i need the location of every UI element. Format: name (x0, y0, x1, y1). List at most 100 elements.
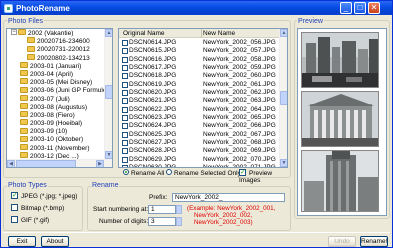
tree-item-label: 2003-08 (Augustus) (30, 103, 88, 111)
new-name-cell: NewYork_2002_059.JPG (203, 64, 276, 72)
file-row[interactable]: DSCN0629.JPG NewYork_2002_070.JPG (119, 156, 281, 164)
preview-image-2 (301, 91, 379, 147)
folder-icon (20, 127, 28, 134)
rename-button[interactable]: Rename! (360, 236, 388, 247)
file-row[interactable]: DSCN0614.JPG NewYork_2002_056.JPG (119, 39, 281, 47)
original-name-cell: DSCN0625.JPG (129, 130, 177, 138)
original-name-cell: DSCN0620.JPG (129, 89, 177, 97)
scroll-thumb[interactable] (280, 91, 287, 105)
file-row[interactable]: DSCN0621.JPG NewYork_2002_063.JPG (119, 97, 281, 105)
row-checkbox[interactable] (122, 81, 128, 88)
column-new-name[interactable]: New Name (203, 30, 235, 37)
preview-image-3 (301, 150, 379, 212)
original-name-cell: DSCN0621.JPG (129, 97, 177, 105)
scroll-thumb[interactable] (16, 160, 76, 167)
file-row[interactable]: DSCN0615.JPG NewYork_2002_057.JPG (119, 47, 281, 55)
tree-item[interactable]: 20020731-220012 (9, 45, 106, 54)
photo-type-label: JPEG (*.jpg; *.jpeg) (21, 193, 78, 201)
app-window: PhotoRename _ □ ✕ Photo Files − 2002 (Vak… (0, 0, 393, 248)
original-name-cell: DSCN0627.JPG (129, 139, 177, 147)
digits-spinner[interactable] (176, 217, 182, 226)
row-checkbox[interactable] (122, 106, 128, 113)
about-button[interactable]: About (41, 236, 69, 247)
file-row[interactable]: DSCN0630.JPG NewYork_2002_071.JPG (119, 164, 281, 167)
tree-vertical-scrollbar[interactable]: ▲ ▼ (104, 29, 112, 167)
row-checkbox[interactable] (122, 73, 128, 80)
undo-button[interactable]: Undo (328, 236, 356, 247)
rename-all-option[interactable]: Rename All (123, 169, 164, 177)
checkbox-icon[interactable] (11, 216, 18, 223)
scroll-thumb[interactable] (105, 85, 112, 99)
row-checkbox[interactable] (122, 148, 128, 155)
original-name-cell: DSCN0617.JPG (129, 64, 177, 72)
start-numbering-field[interactable]: 1 (148, 205, 176, 214)
folder-tree[interactable]: − 2002 (Vakantie) 20020716-234600 20020731-… (6, 28, 113, 168)
tree-item[interactable]: 20020716-234600 (9, 37, 106, 46)
file-row[interactable]: DSCN0625.JPG NewYork_2002_067.JPG (119, 131, 281, 139)
scroll-up-icon[interactable]: ▲ (105, 29, 112, 37)
scroll-down-icon[interactable]: ▼ (280, 159, 287, 167)
file-row[interactable]: DSCN0624.JPG NewYork_2002_066.JPG (119, 122, 281, 130)
radio-icon[interactable] (166, 169, 172, 176)
row-checkbox[interactable] (122, 156, 128, 163)
row-checkbox[interactable] (122, 131, 128, 138)
row-checkbox[interactable] (122, 40, 128, 46)
row-checkbox[interactable] (122, 65, 128, 72)
checkbox-icon[interactable]: ✓ (11, 192, 18, 199)
row-checkbox[interactable] (122, 140, 128, 147)
radio-icon[interactable] (123, 169, 129, 176)
list-vertical-scrollbar[interactable]: ▲ ▼ (279, 29, 287, 167)
file-row[interactable]: DSCN0618.JPG NewYork_2002_060.JPG (119, 72, 281, 80)
checkbox-icon[interactable]: ✓ (239, 169, 246, 176)
file-list[interactable]: Original Name New Name DSCN0614.JPG NewYo… (118, 28, 288, 168)
minimize-button[interactable]: _ (340, 2, 352, 14)
file-row[interactable]: DSCN0627.JPG NewYork_2002_068.JPG (119, 139, 281, 147)
row-checkbox[interactable] (122, 56, 128, 63)
row-checkbox[interactable] (122, 165, 128, 167)
file-row[interactable]: DSCN0616.JPG NewYork_2002_058.JPG (119, 56, 281, 64)
scroll-left-icon[interactable]: ◀ (7, 160, 15, 167)
tree-item-label: 2003-06 (Juni GP Formule 1) (30, 87, 113, 95)
exit-button[interactable]: Exit (8, 236, 36, 247)
row-checkbox[interactable] (122, 98, 128, 105)
tree-item[interactable]: − 2002 (Vakantie) (9, 29, 106, 38)
folder-icon (27, 45, 35, 52)
scroll-down-icon[interactable]: ▼ (105, 151, 112, 159)
file-row[interactable]: DSCN0617.JPG NewYork_2002_059.JPG (119, 64, 281, 72)
scroll-right-icon[interactable]: ▶ (96, 160, 104, 167)
photo-type-option[interactable]: GIF (*.gif) (11, 216, 81, 229)
photo-type-option[interactable]: ✓ JPEG (*.jpg; *.jpeg) (11, 192, 81, 205)
photo-types-list: ✓ JPEG (*.jpg; *.jpeg) Bitmap (*.bmp) GIF (… (11, 192, 81, 229)
tree-item-label: 2003-08 (Fiero) (30, 111, 75, 119)
file-row[interactable]: DSCN0622.JPG NewYork_2002_064.JPG (119, 106, 281, 114)
file-row[interactable]: DSCN0623.JPG NewYork_2002_065.JPG (119, 114, 281, 122)
row-checkbox[interactable] (122, 90, 128, 97)
prefix-field[interactable]: NewYork_2002_ (172, 193, 285, 202)
scroll-up-icon[interactable]: ▲ (280, 29, 287, 37)
column-original-name[interactable]: Original Name (123, 30, 165, 37)
original-name-cell: DSCN0618.JPG (129, 72, 177, 80)
file-row[interactable]: DSCN0628.JPG NewYork_2002_069.JPG (119, 147, 281, 155)
preview-images-option[interactable]: ✓ Preview Images (239, 169, 288, 184)
preview-pane (297, 28, 387, 216)
collapse-icon[interactable]: − (11, 29, 17, 36)
row-checkbox[interactable] (122, 115, 128, 122)
close-button[interactable]: ✕ (368, 2, 380, 14)
row-checkbox[interactable] (122, 48, 128, 55)
title-bar[interactable]: PhotoRename (1, 1, 392, 15)
example-line-3: NewYork_2002_003) (194, 219, 253, 226)
checkbox-icon[interactable] (11, 204, 18, 211)
maximize-button[interactable]: □ (354, 2, 366, 14)
digits-field[interactable]: 3 (148, 217, 176, 226)
original-name-cell: DSCN0628.JPG (129, 147, 177, 155)
photo-type-option[interactable]: Bitmap (*.bmp) (11, 204, 81, 217)
preview-label: Preview (297, 18, 324, 25)
tree-item-label: 2003-01 (Januari) (30, 62, 82, 70)
tree-horizontal-scrollbar[interactable]: ◀ ▶ (7, 159, 112, 167)
original-name-cell: DSCN0629.JPG (129, 155, 177, 163)
file-row[interactable]: DSCN0620.JPG NewYork_2002_062.JPG (119, 89, 281, 97)
start-numbering-spinner[interactable] (176, 205, 182, 214)
rename-selected-option[interactable]: Rename Selected Only (166, 169, 241, 177)
file-row[interactable]: DSCN0619.JPG NewYork_2002_061.JPG (119, 81, 281, 89)
row-checkbox[interactable] (122, 123, 128, 130)
